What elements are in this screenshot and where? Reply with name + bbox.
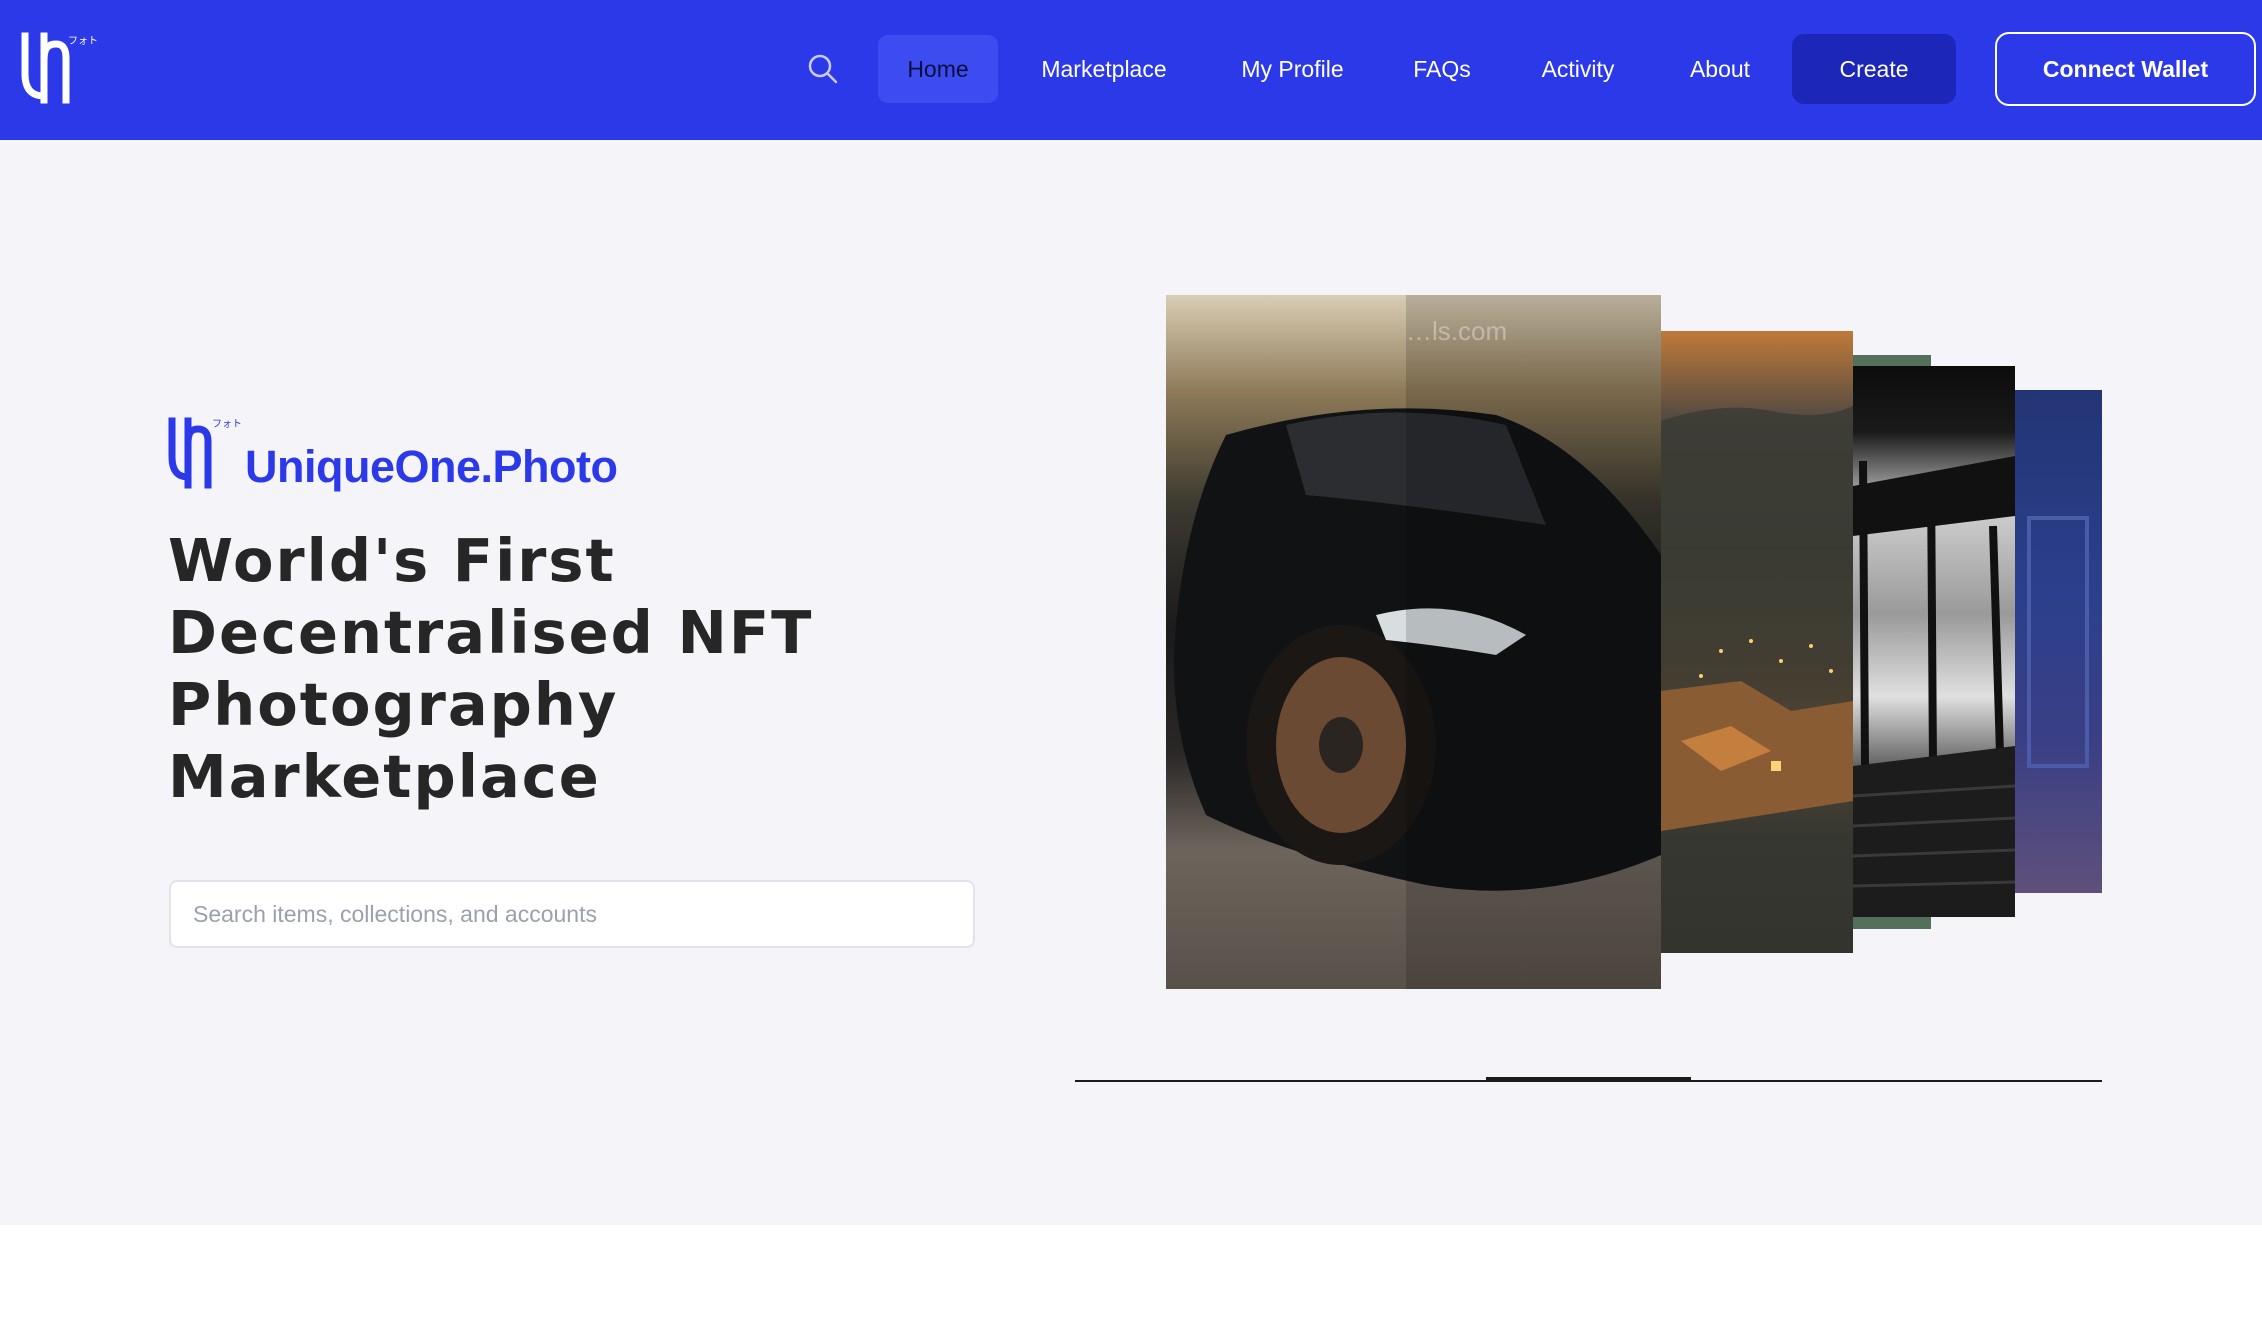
uniqueone-logo-icon[interactable]: フォト — [20, 30, 100, 106]
hero-title: World's First Decentralised NFT Photogra… — [168, 525, 968, 813]
create-button[interactable]: Create — [1792, 34, 1956, 104]
nav-home[interactable]: Home — [878, 35, 998, 103]
carousel-slide-staircase-photo[interactable] — [1853, 366, 2015, 917]
hero-search-input[interactable] — [171, 882, 973, 946]
nav-about[interactable]: About — [1678, 35, 1762, 103]
connect-wallet-button[interactable]: Connect Wallet — [1995, 32, 2256, 106]
car-photo-watermark: …ls.com — [1406, 316, 1507, 346]
carousel-slide-hill-town-photo[interactable] — [1661, 331, 1853, 953]
brand-logo: フォト UniqueOne.Photo — [168, 415, 668, 495]
hero-search-box[interactable] — [169, 880, 975, 948]
carousel-slide-blue-photo[interactable] — [2015, 390, 2102, 893]
hero-title-line: Marketplace — [168, 742, 601, 811]
hero-title-line: Photography — [168, 670, 619, 739]
nav-activity[interactable]: Activity — [1526, 35, 1630, 103]
nav-marketplace[interactable]: Marketplace — [1023, 35, 1185, 103]
brand-name: UniqueOne.Photo — [245, 441, 618, 492]
top-navbar: フォト Home Marketplace My Profile FAQs Act… — [0, 0, 2262, 140]
hero-title-line: Decentralised NFT — [168, 598, 814, 667]
hero-title-line: World's First — [168, 526, 616, 595]
uniqueone-brand-icon: フォト — [168, 417, 242, 489]
carousel-progress-indicator — [1486, 1077, 1691, 1081]
search-icon[interactable] — [806, 52, 840, 86]
nav-faqs[interactable]: FAQs — [1400, 35, 1484, 103]
logo-kana: フォト — [68, 36, 98, 47]
carousel-slide-car-photo[interactable]: …ls.com — [1166, 295, 1661, 989]
brand-kana: フォト — [212, 419, 242, 430]
nav-my-profile[interactable]: My Profile — [1225, 35, 1360, 103]
